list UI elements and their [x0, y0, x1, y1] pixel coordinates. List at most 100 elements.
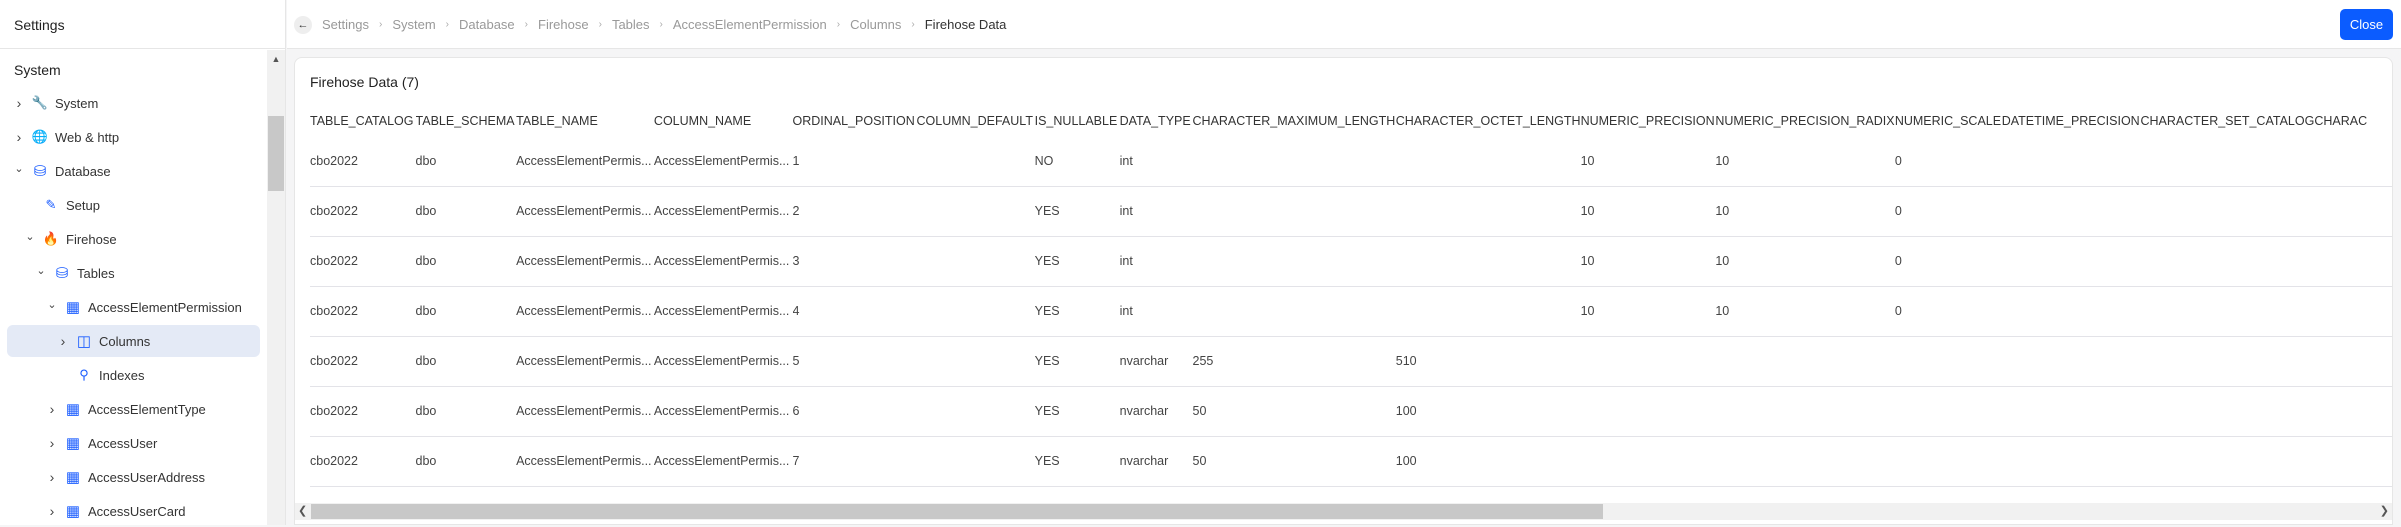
column-header[interactable]: TABLE_NAME	[516, 106, 654, 136]
scroll-right-icon[interactable]: ❯	[2380, 504, 2389, 517]
scrollbar-thumb[interactable]	[268, 116, 284, 191]
column-header[interactable]: CHARACTER_SET_CATALOG	[2140, 106, 2314, 136]
table-cell: dbo	[415, 286, 517, 337]
chevron-down-icon[interactable]: ⌄	[47, 298, 57, 311]
column-header[interactable]: TABLE_CATALOG	[310, 106, 416, 136]
table-cell: dbo	[415, 186, 517, 237]
table-cell	[2140, 236, 2315, 287]
chevron-right-icon[interactable]: ›	[47, 503, 57, 519]
chevron-right-icon: ›	[524, 19, 529, 30]
table-row[interactable]: cbo2022 dbo AccessElementPermis... AccessEl…	[310, 136, 2392, 187]
scroll-left-icon[interactable]: ❮	[298, 504, 307, 517]
table-cell: 10	[1580, 236, 1716, 287]
column-header[interactable]: NUMERIC_SCALE	[1895, 106, 2002, 136]
chevron-right-icon[interactable]: ›	[47, 435, 57, 451]
sidebar-item-label: AccessUserAddress	[88, 469, 206, 485]
table-cell	[916, 436, 1035, 487]
sidebar-item-columns[interactable]: › ◫ Columns	[7, 325, 260, 357]
sidebar-item-setup[interactable]: ✎ Setup	[7, 189, 260, 221]
column-header[interactable]: DATETIME_PRECISION	[2002, 106, 2141, 136]
sidebar-item-firehose[interactable]: ⌄ 🔥 Firehose	[7, 223, 260, 255]
column-header[interactable]: COLUMN_DEFAULT	[917, 106, 1035, 136]
sidebar-item-label: Firehose	[66, 231, 117, 247]
chevron-right-icon[interactable]: ›	[14, 129, 24, 145]
table-cell: 50	[1192, 386, 1396, 437]
column-header[interactable]: CHARACTER_OCTET_LENGTH	[1396, 106, 1581, 136]
table-cell: dbo	[415, 136, 517, 187]
table-row[interactable]: cbo2022 dbo AccessElementPermis... AccessEl…	[310, 186, 2392, 237]
horizontal-scrollbar[interactable]: ❮ ❯	[295, 503, 2392, 520]
column-header[interactable]: NUMERIC_PRECISION_RADIX	[1715, 106, 1894, 136]
chevron-down-icon[interactable]: ⌄	[36, 264, 46, 277]
chevron-down-icon[interactable]: ⌄	[25, 230, 35, 243]
chevron-right-icon[interactable]: ›	[47, 469, 57, 485]
table-cell	[1894, 386, 2002, 437]
column-header[interactable]: IS_NULLABLE	[1035, 106, 1120, 136]
table-row[interactable]: cbo2022 dbo AccessElementPermis... AccessEl…	[310, 286, 2392, 337]
globe-icon: 🌐	[31, 129, 49, 144]
table-cell	[1395, 136, 1581, 187]
table-cell	[1192, 186, 1396, 237]
back-button[interactable]: ←	[294, 16, 312, 34]
sidebar-item-web-http[interactable]: › 🌐 Web & http	[7, 121, 260, 153]
breadcrumb-tables[interactable]: Tables	[612, 17, 650, 32]
sidebar-item-accessusercard[interactable]: › ▦ AccessUserCard	[7, 495, 260, 527]
chevron-right-icon[interactable]: ›	[58, 333, 68, 349]
column-header[interactable]: CHARACTER_MAXIMUM_LENGTH	[1193, 106, 1396, 136]
table-cell	[2140, 186, 2315, 237]
column-header[interactable]: ORDINAL_POSITION	[793, 106, 917, 136]
table-cell	[2001, 186, 2141, 237]
sidebar-scrollbar[interactable]: ▲	[267, 50, 285, 525]
chevron-right-icon[interactable]: ›	[14, 95, 24, 111]
chevron-down-icon[interactable]: ⌄	[14, 162, 24, 175]
column-header[interactable]: CHARAC	[2314, 106, 2392, 136]
sidebar-item-tables[interactable]: ⌄ ⛁ Tables	[7, 257, 260, 289]
table-cell: AccessElementPermis...	[516, 336, 654, 387]
table-cell	[1715, 336, 1895, 387]
sidebar-item-label: Database	[55, 163, 111, 179]
table-row[interactable]: cbo2022 dbo AccessElementPermis... AccessEl…	[310, 336, 2392, 387]
sidebar-item-accesselementpermission[interactable]: ⌄ ▦ AccessElementPermission	[7, 291, 260, 323]
table-cell: cbo2022	[310, 286, 416, 337]
sidebar-item-system[interactable]: › 🔧 System	[7, 87, 260, 119]
breadcrumb-columns[interactable]: Columns	[850, 17, 901, 32]
table-cell	[1894, 436, 2002, 487]
table-cell	[1894, 336, 2002, 387]
table-cell	[1580, 386, 1716, 437]
breadcrumb-settings[interactable]: Settings	[322, 17, 369, 32]
table-row[interactable]: cbo2022 dbo AccessElementPermis... AccessEl…	[310, 386, 2392, 437]
sidebar-item-database[interactable]: ⌄ ⛁ Database	[7, 155, 260, 187]
table-row[interactable]: cbo2022 dbo AccessElementPermis... AccessEl…	[310, 236, 2392, 287]
data-table: TABLE_CATALOG TABLE_SCHEMA TABLE_NAME COLUM…	[310, 106, 2392, 487]
column-header[interactable]: TABLE_SCHEMA	[416, 106, 517, 136]
table-cell: cbo2022	[310, 136, 416, 187]
chevron-right-icon[interactable]: ›	[47, 401, 57, 417]
edit-icon: ✎	[45, 197, 57, 212]
table-cell: int	[1119, 236, 1193, 287]
table-cell: 510	[1395, 336, 1581, 387]
table-cell	[1580, 336, 1716, 387]
column-header[interactable]: NUMERIC_PRECISION	[1581, 106, 1716, 136]
table-row[interactable]: cbo2022 dbo AccessElementPermis... AccessEl…	[310, 436, 2392, 487]
close-button[interactable]: Close	[2340, 9, 2393, 40]
table-cell: 7	[792, 436, 917, 487]
table-cell: 100	[1395, 386, 1581, 437]
table-cell: 10	[1580, 136, 1716, 187]
breadcrumb-database[interactable]: Database	[459, 17, 515, 32]
sidebar-item-accessuseraddress[interactable]: › ▦ AccessUserAddress	[7, 461, 260, 493]
sidebar-item-accesselementtype[interactable]: › ▦ AccessElementType	[7, 393, 260, 425]
table-cell	[2001, 136, 2141, 187]
sidebar-item-accessuser[interactable]: › ▦ AccessUser	[7, 427, 260, 459]
breadcrumb-accesselementpermission[interactable]: AccessElementPermission	[673, 17, 827, 32]
sidebar-item-indexes[interactable]: ⚲ Indexes	[7, 359, 260, 391]
breadcrumb-system[interactable]: System	[392, 17, 435, 32]
sidebar-item-label: AccessUser	[88, 435, 158, 451]
scroll-up-icon[interactable]: ▲	[267, 54, 285, 64]
table-cell	[2314, 336, 2392, 387]
scrollbar-thumb[interactable]	[311, 504, 1603, 519]
column-header[interactable]: DATA_TYPE	[1120, 106, 1193, 136]
table-cell	[2140, 336, 2315, 387]
table-cell	[1580, 436, 1716, 487]
breadcrumb-firehose[interactable]: Firehose	[538, 17, 589, 32]
column-header[interactable]: COLUMN_NAME	[654, 106, 793, 136]
